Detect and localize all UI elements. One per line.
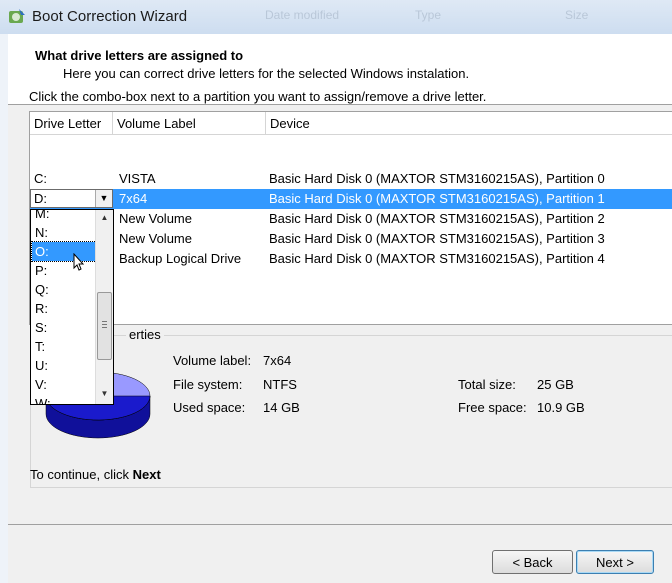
dropdown-option[interactable]: T: — [32, 337, 96, 356]
dropdown-scrollbar[interactable]: ▲ ▼ — [95, 210, 113, 404]
ghost-header-type: Type — [415, 8, 442, 22]
device-cell: Basic Hard Disk 0 (MAXTOR STM3160215AS),… — [269, 171, 605, 186]
device-cell: Basic Hard Disk 0 (MAXTOR STM3160215AS),… — [269, 231, 605, 246]
used-space-value: 14 GB — [263, 400, 300, 415]
table-row-selected[interactable]: D: ▼ 7x64 Basic Hard Disk 0 (MAXTOR STM3… — [30, 189, 672, 209]
dropdown-option[interactable]: S: — [32, 318, 96, 337]
table-row[interactable]: New Volume Basic Hard Disk 0 (MAXTOR STM… — [30, 209, 672, 229]
dropdown-option[interactable]: W: — [32, 394, 96, 404]
drive-letter-combo[interactable]: D: ▼ — [30, 189, 113, 208]
column-header-drive-letter[interactable]: Drive Letter — [30, 112, 113, 134]
dropdown-option[interactable]: Q: — [32, 280, 96, 299]
drive-letter-cell: C: — [34, 171, 47, 186]
partition-properties-group: erties Volume label: 7x64 File system: N… — [30, 327, 672, 488]
ghost-header-size: Size — [565, 8, 589, 22]
table-row[interactable]: New Volume Basic Hard Disk 0 (MAXTOR STM… — [30, 229, 672, 249]
volume-label-cell: Backup Logical Drive — [119, 251, 242, 266]
device-cell: Basic Hard Disk 0 (MAXTOR STM3160215AS),… — [269, 191, 605, 206]
window-title: Boot Correction Wizard — [32, 8, 188, 25]
total-size-key: Total size: — [458, 377, 516, 392]
footer-separator — [8, 524, 672, 525]
title-bar: Date modified Type Size Boot Correction … — [0, 0, 672, 34]
footer-prefix: To continue, click — [30, 467, 133, 482]
volume-label-cell: New Volume — [119, 231, 192, 246]
dropdown-option[interactable]: V: — [32, 375, 96, 394]
footer-instruction: To continue, click Next — [30, 467, 161, 482]
mouse-pointer-icon — [73, 253, 85, 271]
device-cell: Basic Hard Disk 0 (MAXTOR STM3160215AS),… — [269, 251, 605, 266]
combo-dropdown-arrow-icon[interactable]: ▼ — [95, 190, 112, 207]
scrollbar-thumb[interactable] — [97, 292, 112, 360]
volume-label-key: Volume label: — [173, 353, 252, 368]
page-subtitle: Here you can correct drive letters for t… — [63, 66, 470, 81]
table-row[interactable]: Backup Logical Drive Basic Hard Disk 0 (… — [30, 249, 672, 269]
next-button[interactable]: Next > — [576, 550, 654, 574]
dropdown-option[interactable]: U: — [32, 356, 96, 375]
total-size-value: 25 GB — [537, 377, 574, 392]
dropdown-option[interactable]: M: — [32, 210, 96, 223]
dropdown-option[interactable]: N: — [32, 223, 96, 242]
ghost-header-date: Date modified — [265, 8, 340, 22]
device-cell: Basic Hard Disk 0 (MAXTOR STM3160215AS),… — [269, 211, 605, 226]
free-space-key: Free space: — [458, 400, 527, 415]
scroll-up-arrow-icon[interactable]: ▲ — [96, 210, 113, 226]
group-title: erties — [126, 327, 164, 342]
file-system-key: File system: — [173, 377, 243, 392]
combo-value: D: — [34, 191, 47, 206]
dropdown-option[interactable]: R: — [32, 299, 96, 318]
volume-label-cell: VISTA — [119, 171, 156, 186]
back-button[interactable]: < Back — [492, 550, 573, 574]
instruction-text: Click the combo-box next to a partition … — [29, 89, 487, 104]
table-header: Drive Letter Volume Label Device — [30, 112, 672, 135]
file-system-value: NTFS — [263, 377, 297, 392]
volume-label-value: 7x64 — [263, 353, 292, 368]
volume-label-cell: 7x64 — [119, 191, 148, 206]
wizard-app-icon — [9, 9, 25, 23]
free-space-value: 10.9 GB — [537, 400, 585, 415]
scroll-down-arrow-icon[interactable]: ▼ — [96, 386, 113, 402]
page-title: What drive letters are assigned to — [35, 48, 244, 63]
volume-label-cell: New Volume — [119, 211, 192, 226]
column-header-device[interactable]: Device — [266, 112, 672, 134]
used-space-key: Used space: — [173, 400, 246, 415]
footer-next-word: Next — [132, 467, 161, 482]
column-header-volume-label[interactable]: Volume Label — [113, 112, 266, 134]
table-row[interactable]: C: VISTA Basic Hard Disk 0 (MAXTOR STM31… — [30, 169, 672, 189]
partition-table[interactable]: Drive Letter Volume Label Device C: VIST… — [29, 111, 672, 325]
drive-letter-dropdown-list[interactable]: M: N: O: P: Q: R: S: T: U: V: W: ▲ ▼ — [30, 209, 114, 405]
